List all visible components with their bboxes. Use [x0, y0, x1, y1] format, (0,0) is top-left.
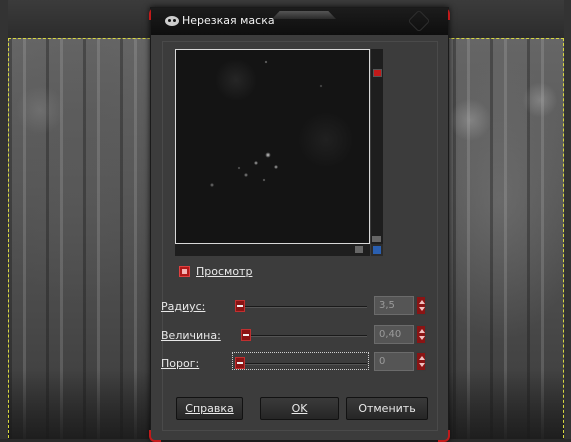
threshold-focus-ring — [232, 352, 369, 370]
radius-spin-buttons[interactable] — [416, 296, 426, 315]
threshold-label: Порог: — [161, 357, 200, 370]
radius-slider-track[interactable] — [235, 306, 367, 308]
preview-area[interactable] — [175, 49, 370, 244]
left-ruler — [0, 0, 8, 439]
dialog-title: Нерезкая маска — [182, 14, 275, 27]
preview-vertical-scrollbar[interactable] — [371, 49, 383, 244]
amount-slider-handle[interactable] — [241, 329, 251, 341]
gimp-wilber-icon — [165, 16, 179, 26]
amount-slider-track[interactable] — [241, 335, 367, 337]
amount-spin-buttons[interactable] — [416, 325, 426, 344]
cancel-button[interactable]: Отменить — [346, 397, 428, 420]
threshold-spin-buttons[interactable] — [416, 352, 426, 371]
scroll-down-arrow-icon[interactable] — [372, 236, 381, 242]
preview-checkbox[interactable] — [179, 266, 190, 277]
threshold-slider-handle[interactable] — [235, 357, 245, 369]
amount-label: Величина: — [161, 329, 221, 342]
dialog-titlebar[interactable]: Нерезкая маска — [151, 8, 448, 35]
threshold-spin-field[interactable]: 0 — [374, 352, 414, 371]
radius-label: Радиус: — [161, 300, 206, 313]
scroll-thumb[interactable] — [355, 246, 363, 253]
amount-spin-field[interactable]: 0,40 — [374, 325, 414, 344]
navigate-icon[interactable] — [371, 244, 383, 256]
scroll-thumb[interactable] — [373, 69, 382, 77]
close-icon[interactable] — [407, 9, 431, 33]
corner-accent — [149, 430, 161, 442]
titlebar-grip — [272, 11, 336, 19]
ok-button[interactable]: OK — [260, 397, 339, 420]
right-scrollbar[interactable] — [564, 0, 571, 439]
corner-accent — [438, 430, 450, 442]
help-button[interactable]: Справка — [176, 397, 243, 420]
radius-slider-handle[interactable] — [235, 300, 245, 312]
radius-spin-field[interactable]: 3,5 — [374, 296, 414, 315]
threshold-slider-track[interactable] — [235, 363, 367, 365]
preview-horizontal-scrollbar[interactable] — [175, 244, 370, 256]
unsharp-mask-dialog: Нерезкая маска Просмотр Радиус: 3,5 Вели… — [149, 7, 450, 442]
preview-checkbox-label[interactable]: Просмотр — [196, 265, 252, 278]
